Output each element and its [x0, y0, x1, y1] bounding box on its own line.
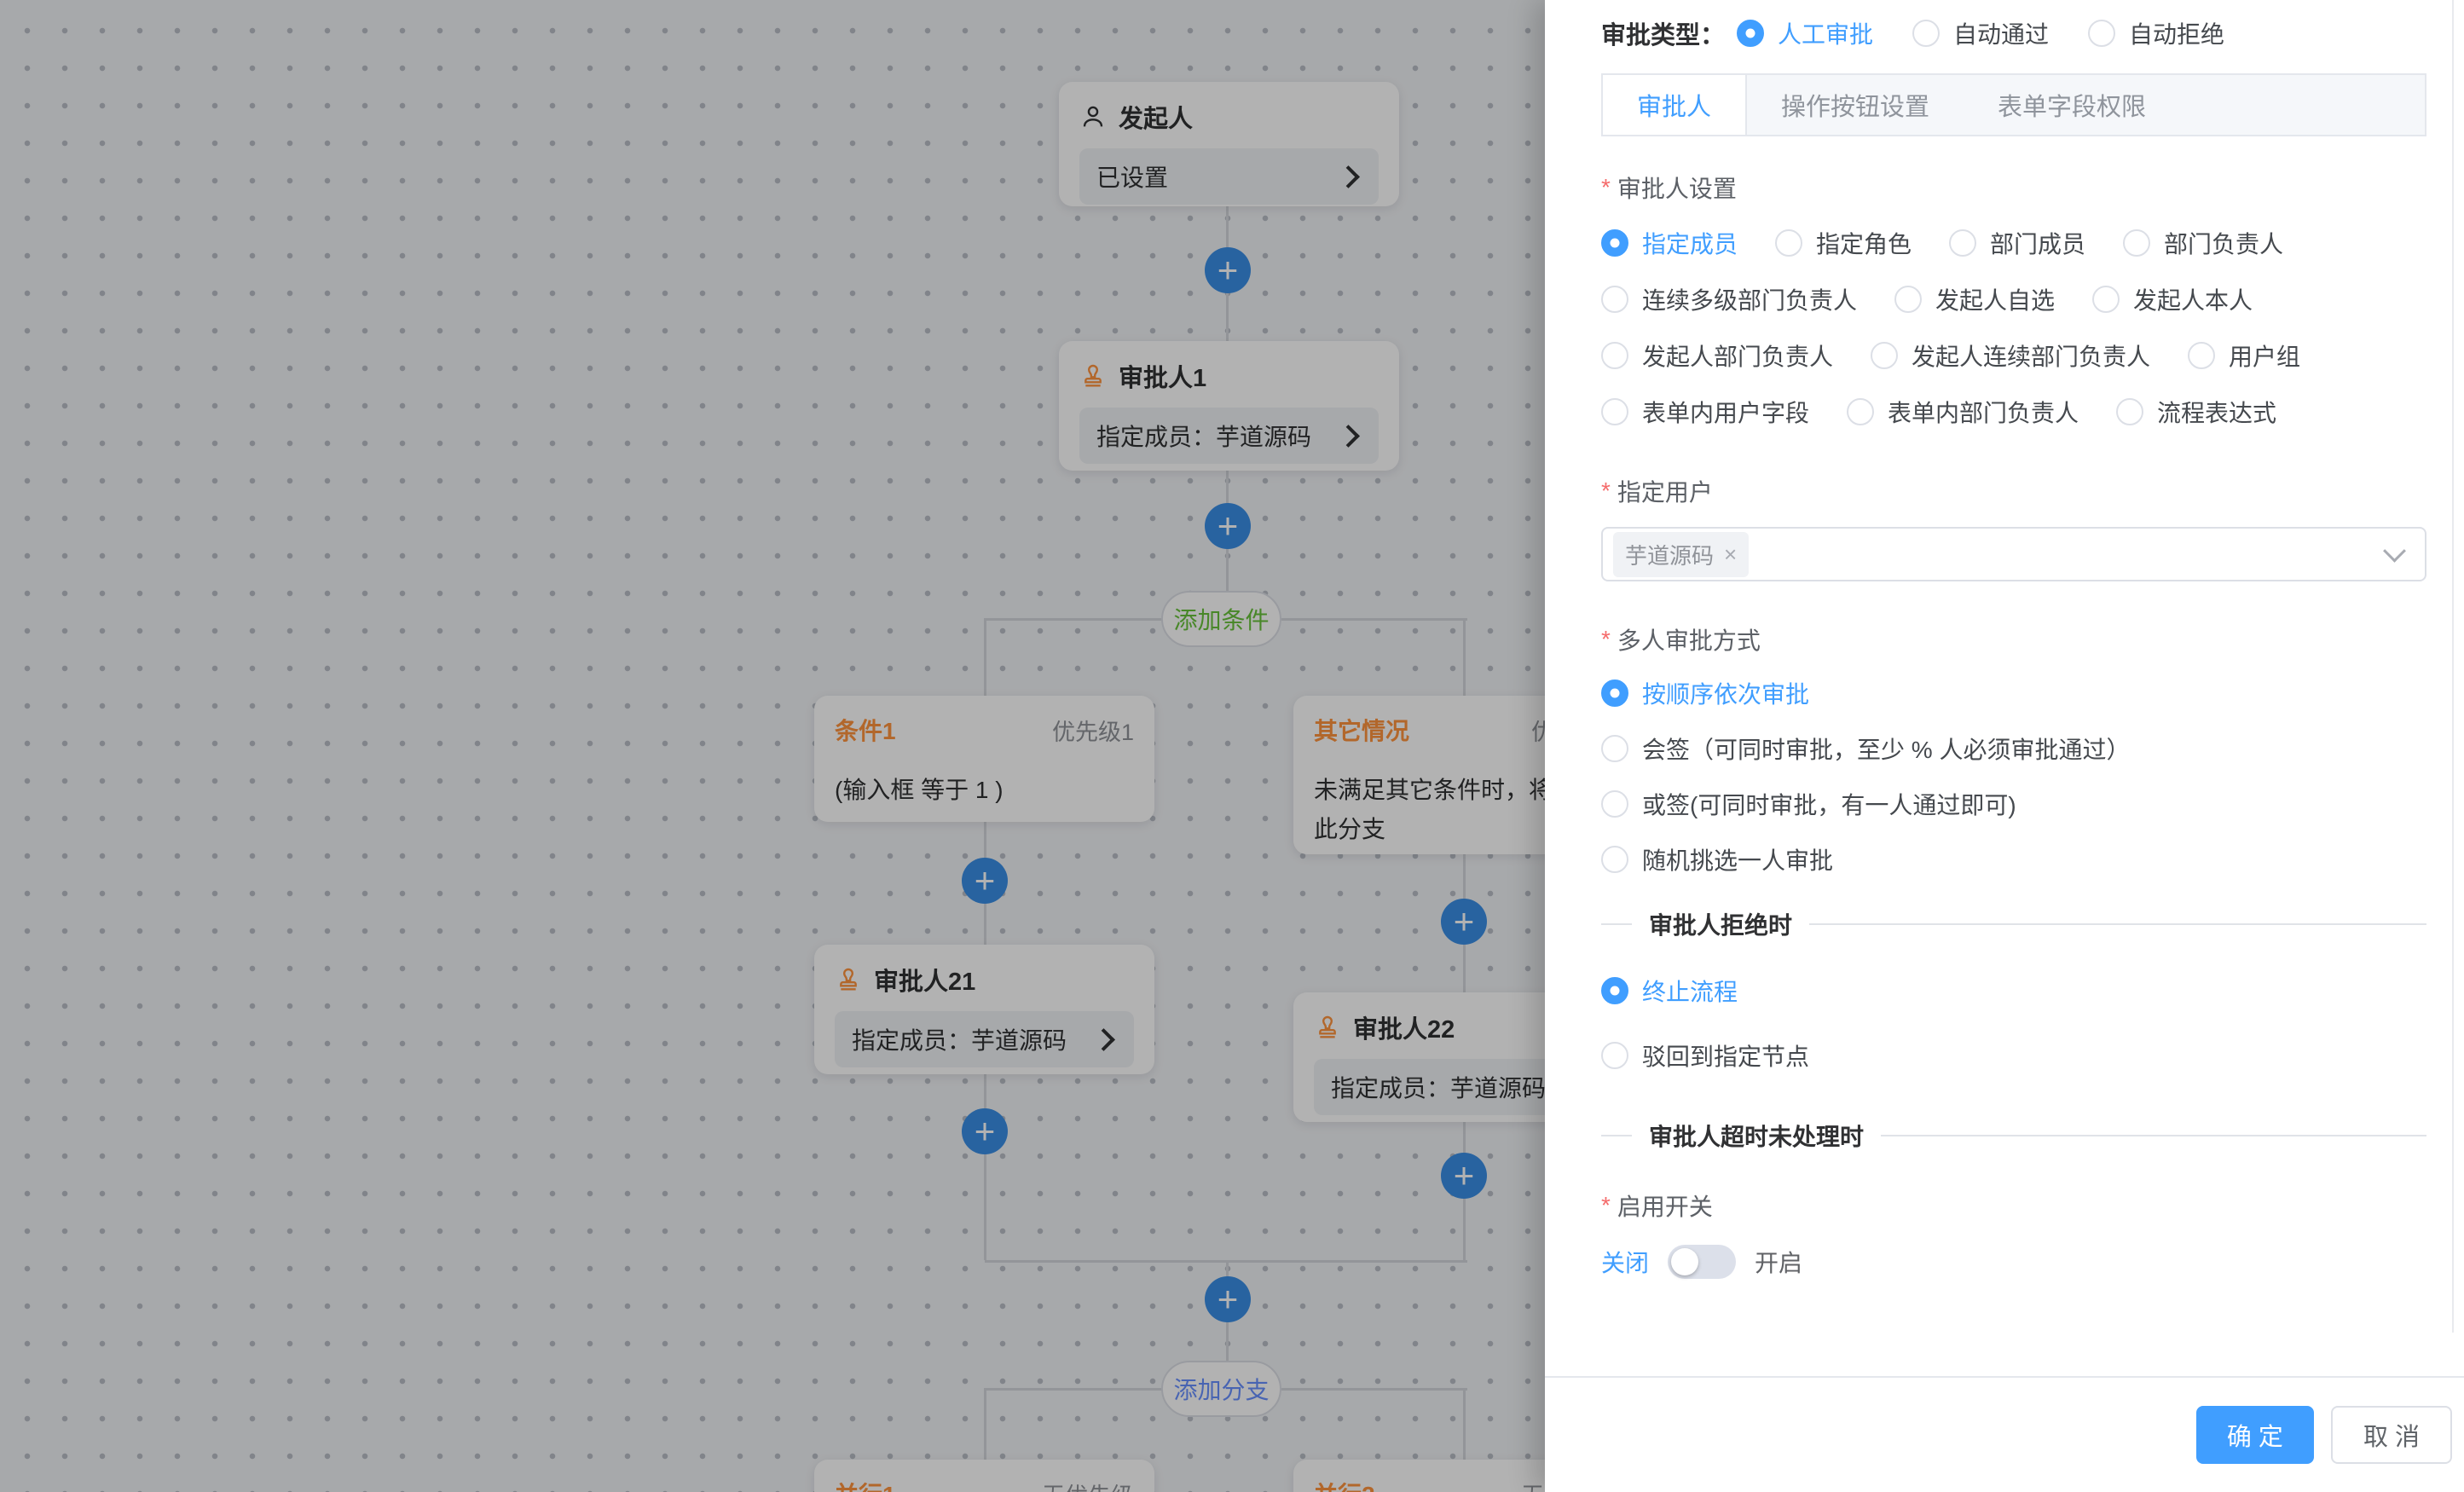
required-asterisk: *: [1601, 477, 1611, 505]
reject-section-divider: 审批人拒绝时: [1601, 907, 2426, 941]
radio-icon: [1601, 286, 1628, 313]
drawer-tabs: 审批人 操作按钮设置 表单字段权限: [1601, 73, 2426, 136]
required-asterisk: *: [1601, 626, 1611, 653]
radio-icon: [1737, 20, 1764, 47]
radio-form-dept-leader[interactable]: 表单内部门负责人: [1847, 395, 2079, 429]
radio-icon: [1601, 790, 1628, 818]
multi-approve-option: 或签(可同时审批，有一人通过即可): [1601, 785, 2426, 823]
radio-icon: [1949, 229, 1976, 257]
assign-user-select[interactable]: 芋道源码 ×: [1601, 527, 2426, 581]
radio-initiator-select[interactable]: 发起人自选: [1894, 282, 2055, 316]
radio-process-expression[interactable]: 流程表达式: [2116, 395, 2276, 429]
radio-dept-leader[interactable]: 部门负责人: [2123, 226, 2283, 260]
switch-on-label: 开启: [1755, 1245, 1802, 1279]
radio-user-group[interactable]: 用户组: [2188, 338, 2300, 373]
radio-icon: [1601, 229, 1628, 257]
tab-action-buttons[interactable]: 操作按钮设置: [1747, 75, 1964, 135]
tab-form-field-permissions[interactable]: 表单字段权限: [1964, 75, 2180, 135]
radio-designated-role[interactable]: 指定角色: [1775, 226, 1912, 260]
chevron-down-icon: [2383, 539, 2406, 562]
radio-dept-member[interactable]: 部门成员: [1949, 226, 2085, 260]
radio-return-to-node[interactable]: 驳回到指定节点: [1601, 1038, 1809, 1073]
approver-config-drawer: 审批类型： 人工审批 自动通过 自动拒绝 审批人 操作按钮设置 表单字段权: [1545, 0, 2464, 1492]
radio-designated-member[interactable]: 指定成员: [1601, 226, 1738, 260]
scrollbar[interactable]: [2452, 0, 2454, 1333]
approver-setting-row4: 表单内用户字段 表单内部门负责人 流程表达式: [1601, 394, 2426, 430]
empty-section-title: 审批人为空时: [1649, 1332, 1792, 1333]
radio-icon: [1912, 20, 1940, 47]
modal-overlay[interactable]: [0, 0, 1545, 1492]
switch-off-label: 关闭: [1601, 1245, 1649, 1279]
empty-section-divider: 审批人为空时: [1601, 1332, 2426, 1333]
radio-icon: [1601, 342, 1628, 369]
cancel-button[interactable]: 取 消: [2331, 1406, 2452, 1464]
reject-section-title: 审批人拒绝时: [1649, 907, 1792, 941]
radio-multi-level-dept-leader[interactable]: 连续多级部门负责人: [1601, 282, 1857, 316]
radio-icon: [1601, 398, 1628, 425]
multi-approve-label: * 多人审批方式: [1601, 622, 2426, 656]
radio-icon: [1871, 342, 1898, 369]
drawer-scroll-area[interactable]: 审批类型： 人工审批 自动通过 自动拒绝 审批人 操作按钮设置 表单字段权: [1545, 0, 2464, 1333]
radio-initiator-multi-dept-leader[interactable]: 发起人连续部门负责人: [1871, 338, 2150, 373]
timeout-toggle-switch[interactable]: [1668, 1245, 1736, 1279]
confirm-button[interactable]: 确 定: [2196, 1406, 2314, 1464]
radio-random-one[interactable]: 随机挑选一人审批: [1601, 842, 1833, 876]
approval-type-label: 审批类型：: [1601, 15, 1725, 51]
radio-icon: [2088, 20, 2115, 47]
multi-approve-option: 会签（可同时审批，至少 % 人必须审批通过）: [1601, 730, 2426, 767]
approver-setting-label: * 审批人设置: [1601, 171, 2426, 205]
radio-terminate-process[interactable]: 终止流程: [1601, 974, 1738, 1008]
radio-initiator-dept-leader[interactable]: 发起人部门负责人: [1601, 338, 1833, 373]
reject-option: 驳回到指定节点: [1601, 1037, 2426, 1074]
assign-user-label: * 指定用户: [1601, 474, 2426, 508]
radio-form-user-field[interactable]: 表单内用户字段: [1601, 395, 1809, 429]
required-asterisk: *: [1601, 1192, 1611, 1219]
radio-icon: [1601, 977, 1628, 1004]
bpm-flow-designer: 发起人 已设置 + 审批人1 指定成员：芋道源码 +: [0, 0, 2464, 1492]
radio-icon: [1601, 846, 1628, 873]
timeout-section-title: 审批人超时未处理时: [1649, 1119, 1864, 1153]
radio-manual-approve[interactable]: 人工审批: [1737, 16, 1873, 50]
radio-icon: [1894, 286, 1922, 313]
approval-type-row: 审批类型： 人工审批 自动通过 自动拒绝: [1601, 15, 2426, 51]
drawer-footer: 确 定 取 消: [1545, 1376, 2464, 1492]
tab-approver[interactable]: 审批人: [1603, 75, 1747, 135]
timeout-section-divider: 审批人超时未处理时: [1601, 1119, 2426, 1153]
radio-countersign[interactable]: 会签（可同时审批，至少 % 人必须审批通过）: [1601, 732, 2130, 766]
radio-orsign[interactable]: 或签(可同时审批，有一人通过即可): [1601, 787, 2016, 821]
radio-icon: [1601, 735, 1628, 762]
radio-icon: [1601, 679, 1628, 707]
radio-icon: [1847, 398, 1874, 425]
radio-icon: [1601, 1042, 1628, 1069]
radio-auto-approve[interactable]: 自动通过: [1912, 16, 2049, 50]
selected-user-tag: 芋道源码 ×: [1613, 532, 1749, 577]
enable-switch-label: * 启用开关: [1601, 1188, 2426, 1223]
radio-icon: [2092, 286, 2120, 313]
approver-setting-row2: 连续多级部门负责人 发起人自选 发起人本人: [1601, 281, 2426, 317]
approver-setting-row1: 指定成员 指定角色 部门成员 部门负责人: [1601, 225, 2426, 261]
radio-icon: [2123, 229, 2150, 257]
radio-icon: [2116, 398, 2143, 425]
required-asterisk: *: [1601, 174, 1611, 201]
enable-switch-row: 关闭 开启: [1601, 1245, 2426, 1279]
selected-user-name: 芋道源码: [1625, 539, 1714, 570]
multi-approve-option: 按顺序依次审批: [1601, 674, 2426, 712]
reject-option: 终止流程: [1601, 972, 2426, 1009]
radio-icon: [2188, 342, 2215, 369]
radio-icon: [1775, 229, 1802, 257]
approver-setting-row3: 发起人部门负责人 发起人连续部门负责人 用户组: [1601, 338, 2426, 373]
radio-auto-reject[interactable]: 自动拒绝: [2088, 16, 2224, 50]
radio-sequential-approve[interactable]: 按顺序依次审批: [1601, 676, 1809, 710]
radio-initiator-self[interactable]: 发起人本人: [2092, 282, 2253, 316]
multi-approve-option: 随机挑选一人审批: [1601, 841, 2426, 878]
tag-close-icon[interactable]: ×: [1724, 541, 1737, 568]
